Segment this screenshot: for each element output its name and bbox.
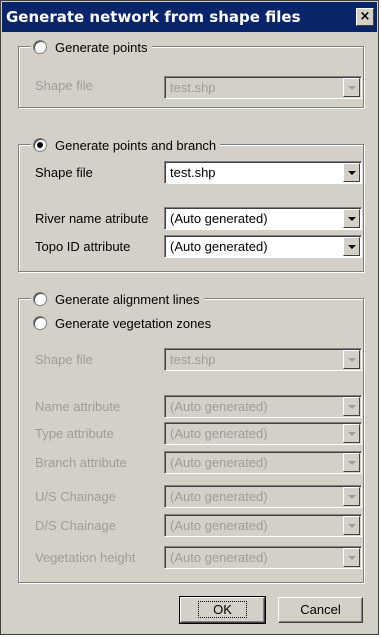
radio-generate-points-branch[interactable]: Generate points and branch [31,136,221,154]
points-shape-file-select[interactable]: test.shp [164,76,362,99]
title-bar[interactable]: Generate network from shape files × [2,2,377,32]
chevron-down-icon[interactable] [343,397,360,416]
radio-button-icon [33,316,47,330]
chevron-down-icon[interactable] [343,516,360,535]
topo-id-label: Topo ID attribute [35,239,131,254]
chevron-down-icon[interactable] [343,237,360,256]
river-name-value: (Auto generated) [170,211,268,226]
radio-generate-vegetation[interactable]: Generate vegetation zones [31,314,216,332]
chevron-down-icon[interactable] [343,453,360,472]
ds-chainage-label: D/S Chainage [35,518,116,533]
window-title: Generate network from shape files [6,8,301,26]
vegetation-height-select[interactable]: (Auto generated) [164,546,362,569]
river-name-label: River name atribute [35,211,149,226]
radio-generate-points[interactable]: Generate points [31,38,152,56]
vegetation-height-value: (Auto generated) [170,550,268,565]
radio-generate-alignment-label: Generate alignment lines [55,291,200,307]
topo-id-select[interactable]: (Auto generated) [164,235,362,258]
radio-button-icon [33,40,47,54]
ok-button-label: OK [198,601,247,618]
branch-shape-file-label: Shape file [35,165,93,180]
dialog-window: Generate network from shape files × Gene… [0,0,379,635]
cancel-button-label: Cancel [300,602,341,617]
close-button[interactable]: × [356,8,374,26]
branch-attribute-label: Branch attribute [35,455,127,470]
chevron-down-icon[interactable] [343,350,360,369]
topo-id-value: (Auto generated) [170,239,268,254]
cancel-button[interactable]: Cancel [278,597,363,623]
radio-generate-vegetation-label: Generate vegetation zones [55,315,212,331]
points-shape-file-value: test.shp [170,80,216,95]
radio-button-icon [33,138,47,152]
vegetation-height-label: Vegetation height [35,550,136,565]
alignment-shape-file-value: test.shp [170,352,216,367]
chevron-down-icon[interactable] [343,424,360,443]
chevron-down-icon[interactable] [343,487,360,506]
us-chainage-label: U/S Chainage [35,489,116,504]
us-chainage-value: (Auto generated) [170,489,268,504]
name-attribute-label: Name attribute [35,399,121,414]
branch-shape-file-value: test.shp [170,165,216,180]
radio-generate-alignment[interactable]: Generate alignment lines [31,290,204,308]
alignment-shape-file-select[interactable]: test.shp [164,348,362,371]
branch-attribute-select[interactable]: (Auto generated) [164,451,362,474]
type-attribute-select[interactable]: (Auto generated) [164,422,362,445]
branch-attribute-value: (Auto generated) [170,455,268,470]
type-attribute-value: (Auto generated) [170,426,268,441]
ok-button[interactable]: OK [179,596,266,624]
alignment-shape-file-label: Shape file [35,352,93,367]
radio-generate-points-label: Generate points [55,39,148,55]
branch-shape-file-select[interactable]: test.shp [164,161,362,184]
type-attribute-label: Type attribute [35,426,114,441]
radio-button-icon [33,292,47,306]
name-attribute-select[interactable]: (Auto generated) [164,395,362,418]
ds-chainage-value: (Auto generated) [170,518,268,533]
us-chainage-select[interactable]: (Auto generated) [164,485,362,508]
radio-generate-points-branch-label: Generate points and branch [55,137,217,153]
close-icon: × [359,9,371,24]
points-shape-file-label: Shape file [35,78,93,93]
chevron-down-icon[interactable] [343,163,360,182]
chevron-down-icon[interactable] [343,209,360,228]
ds-chainage-select[interactable]: (Auto generated) [164,514,362,537]
name-attribute-value: (Auto generated) [170,399,268,414]
chevron-down-icon[interactable] [343,548,360,567]
river-name-select[interactable]: (Auto generated) [164,207,362,230]
chevron-down-icon[interactable] [343,78,360,97]
